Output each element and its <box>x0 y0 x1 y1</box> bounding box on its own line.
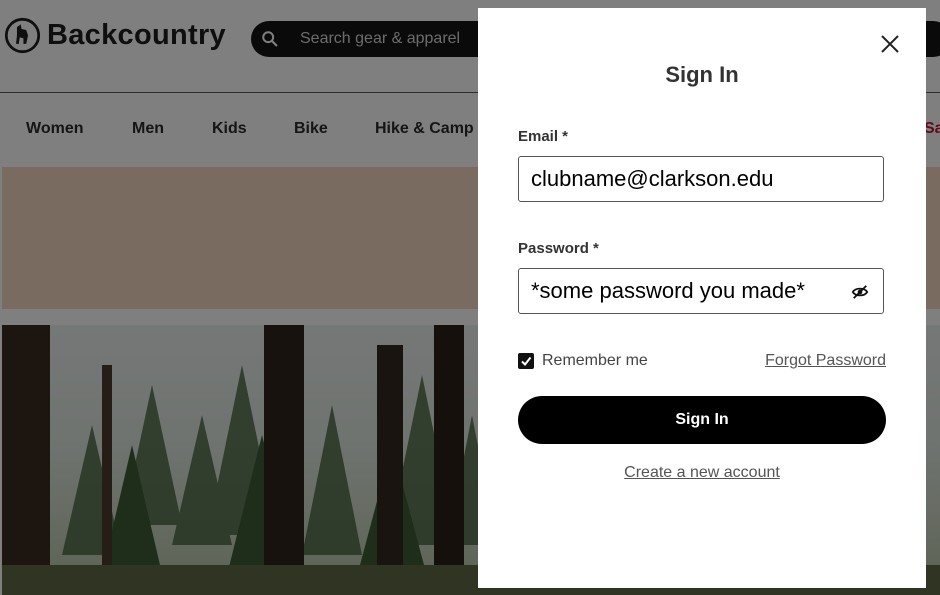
remember-me-checkbox[interactable] <box>518 353 534 369</box>
password-field[interactable]: *some password you made* <box>518 268 884 314</box>
eye-slash-icon[interactable] <box>851 284 869 300</box>
email-value: clubname@clarkson.edu <box>531 166 774 191</box>
forgot-password-link[interactable]: Forgot Password <box>765 352 886 370</box>
close-icon[interactable] <box>879 33 901 55</box>
sign-in-modal: Sign In Email * clubname@clarkson.edu Pa… <box>478 8 926 588</box>
remember-me-label: Remember me <box>542 352 648 369</box>
email-label: Email * <box>518 128 569 145</box>
password-value: *some password you made* <box>531 278 805 303</box>
sign-in-button[interactable]: Sign In <box>518 396 886 444</box>
email-field[interactable]: clubname@clarkson.edu <box>518 156 884 202</box>
password-label: Password * <box>518 240 599 257</box>
checkmark-icon <box>521 356 532 367</box>
remember-me[interactable]: Remember me <box>518 352 648 370</box>
create-account-link[interactable]: Create a new account <box>478 464 926 482</box>
modal-title: Sign In <box>665 62 739 87</box>
